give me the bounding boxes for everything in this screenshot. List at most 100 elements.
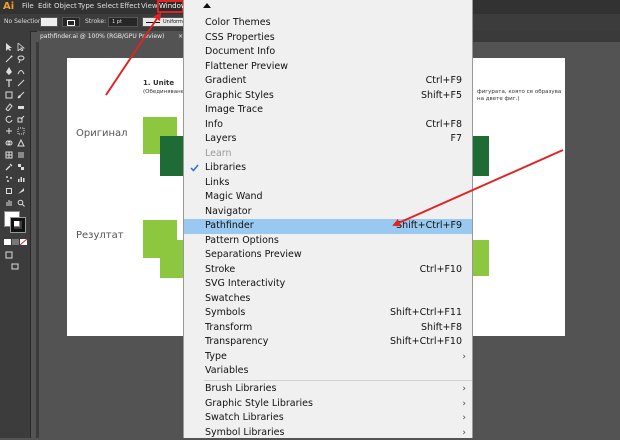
stroke-swatch-icon bbox=[67, 20, 75, 26]
zoom-tool-icon[interactable] bbox=[17, 199, 25, 207]
artboard-tool-icon[interactable] bbox=[5, 187, 13, 195]
scroll-up-icon[interactable] bbox=[203, 3, 211, 8]
gradient-mode-icon[interactable] bbox=[12, 238, 20, 246]
window-menu: Color Themes CSS Properties Document Inf… bbox=[183, 0, 473, 438]
stroke-profile-value: Uniform bbox=[163, 19, 183, 25]
submenu-arrow-icon: › bbox=[462, 411, 466, 426]
hand-tool-icon[interactable] bbox=[5, 199, 13, 207]
description-line-1: фигурата, която се образува bbox=[477, 89, 561, 95]
width-tool-icon[interactable] bbox=[5, 127, 13, 135]
eyedropper-tool-icon[interactable] bbox=[5, 163, 13, 171]
curvature-tool-icon[interactable] bbox=[17, 67, 25, 75]
scale-tool-icon[interactable] bbox=[17, 115, 25, 123]
menu-item-navigator[interactable]: Navigator bbox=[184, 205, 472, 220]
result-shape-right[interactable] bbox=[472, 240, 489, 276]
menu-item-layers[interactable]: LayersF7 bbox=[184, 132, 472, 147]
menu-item-css-properties[interactable]: CSS Properties bbox=[184, 31, 472, 46]
menu-item-type[interactable]: Type› bbox=[184, 350, 472, 365]
menu-view[interactable]: View bbox=[141, 2, 158, 10]
menu-file[interactable]: File bbox=[22, 2, 34, 10]
menu-item-pathfinder[interactable]: PathfinderShift+Ctrl+F9 bbox=[184, 219, 472, 234]
menu-item-info[interactable]: InfoCtrl+F8 bbox=[184, 118, 472, 133]
column-graph-tool-icon[interactable] bbox=[17, 175, 25, 183]
menu-object[interactable]: Object bbox=[54, 2, 77, 10]
menu-item-graphic-style-libraries[interactable]: Graphic Style Libraries› bbox=[184, 397, 472, 412]
submenu-arrow-icon: › bbox=[462, 397, 466, 412]
stroke-profile-dropdown[interactable]: Uniform bbox=[142, 17, 184, 27]
gradient-tool-icon[interactable] bbox=[17, 151, 25, 159]
type-tool-icon[interactable] bbox=[5, 79, 13, 87]
shaper-tool-icon[interactable] bbox=[5, 103, 13, 111]
menu-item-svg-interactivity[interactable]: SVG Interactivity bbox=[184, 277, 472, 292]
fill-swatch[interactable] bbox=[40, 17, 58, 27]
eraser-tool-icon[interactable] bbox=[17, 103, 25, 111]
stroke-profile-line bbox=[146, 22, 160, 23]
screen-mode-icon[interactable] bbox=[11, 263, 19, 271]
menu-item-libraries[interactable]: Libraries bbox=[184, 161, 472, 176]
result-shape-bottom[interactable] bbox=[160, 240, 184, 278]
original-square-dark-right[interactable] bbox=[472, 136, 489, 176]
menu-item-links[interactable]: Links bbox=[184, 176, 472, 191]
menu-item-swatches[interactable]: Swatches bbox=[184, 292, 472, 307]
mesh-tool-icon[interactable] bbox=[5, 151, 13, 159]
submenu-arrow-icon: › bbox=[462, 382, 466, 397]
submenu-arrow-icon: › bbox=[462, 350, 466, 365]
color-mode-icon[interactable] bbox=[4, 238, 12, 246]
menu-item-color-themes[interactable]: Color Themes bbox=[184, 16, 472, 31]
menu-item-stroke[interactable]: StrokeCtrl+F10 bbox=[184, 263, 472, 278]
perspective-grid-tool-icon[interactable] bbox=[17, 139, 25, 147]
menu-item-flattener-preview[interactable]: Flattener Preview bbox=[184, 60, 472, 75]
original-square-dark[interactable] bbox=[160, 136, 184, 176]
menu-item-document-info[interactable]: Document Info bbox=[184, 45, 472, 60]
menu-item-swatch-libraries[interactable]: Swatch Libraries› bbox=[184, 411, 472, 426]
stroke-swatch[interactable] bbox=[62, 17, 80, 27]
lasso-tool-icon[interactable] bbox=[17, 55, 25, 63]
symbol-sprayer-tool-icon[interactable] bbox=[5, 175, 13, 183]
menu-edit[interactable]: Edit bbox=[38, 2, 52, 10]
none-mode-icon[interactable] bbox=[20, 238, 28, 246]
section-heading: 1. Unite bbox=[143, 79, 174, 87]
menu-item-separations-preview[interactable]: Separations Preview bbox=[184, 248, 472, 263]
shape-builder-tool-icon[interactable] bbox=[5, 139, 13, 147]
draw-mode-icon[interactable] bbox=[5, 251, 13, 259]
menu-select[interactable]: Select bbox=[97, 2, 119, 10]
rotate-tool-icon[interactable] bbox=[5, 115, 13, 123]
menu-item-transparency[interactable]: TransparencyShift+Ctrl+F10 bbox=[184, 335, 472, 350]
menu-item-symbol-libraries[interactable]: Symbol Libraries› bbox=[184, 426, 472, 439]
direct-selection-tool-icon[interactable] bbox=[17, 43, 25, 51]
section-subheading: (Обединяване bbox=[143, 89, 184, 95]
menu-item-gradient[interactable]: GradientCtrl+F9 bbox=[184, 74, 472, 89]
stroke-color-swatch[interactable] bbox=[11, 218, 25, 232]
menu-item-magic-wand[interactable]: Magic Wand bbox=[184, 190, 472, 205]
selection-tool-icon[interactable] bbox=[5, 43, 13, 51]
menu-separator bbox=[204, 380, 472, 381]
slice-tool-icon[interactable] bbox=[17, 187, 25, 195]
menu-item-pattern-options[interactable]: Pattern Options bbox=[184, 234, 472, 249]
menu-item-image-trace[interactable]: Image Trace bbox=[184, 103, 472, 118]
document-tab-title: pathfinder.ai @ 100% (RGB/GPU Preview) bbox=[40, 33, 164, 40]
tools-panel bbox=[0, 31, 31, 438]
menu-window[interactable]: Window bbox=[157, 0, 184, 13]
menu-item-learn: Learn bbox=[184, 147, 472, 162]
menu-item-graphic-styles[interactable]: Graphic StylesShift+F5 bbox=[184, 89, 472, 104]
line-tool-icon[interactable] bbox=[17, 79, 25, 87]
menu-item-transform[interactable]: TransformShift+F8 bbox=[184, 321, 472, 336]
document-tab[interactable]: pathfinder.ai @ 100% (RGB/GPU Preview) × bbox=[37, 31, 187, 42]
free-transform-tool-icon[interactable] bbox=[17, 127, 25, 135]
menu-effect[interactable]: Effect bbox=[120, 2, 140, 10]
menu-item-variables[interactable]: Variables bbox=[184, 364, 472, 379]
checkmark-icon bbox=[190, 164, 199, 172]
stroke-weight-field[interactable]: 1 pt bbox=[108, 17, 138, 27]
stroke-label: Stroke: bbox=[85, 18, 106, 25]
app-logo: Ai bbox=[3, 1, 14, 12]
rectangle-tool-icon[interactable] bbox=[5, 91, 13, 99]
menu-item-symbols[interactable]: SymbolsShift+Ctrl+F11 bbox=[184, 306, 472, 321]
blend-tool-icon[interactable] bbox=[17, 163, 25, 171]
magic-wand-tool-icon[interactable] bbox=[5, 55, 13, 63]
selection-status: No Selection bbox=[4, 18, 42, 25]
menu-item-brush-libraries[interactable]: Brush Libraries› bbox=[184, 382, 472, 397]
label-result: Резултат bbox=[76, 230, 124, 241]
paintbrush-tool-icon[interactable] bbox=[17, 91, 25, 99]
menu-type[interactable]: Type bbox=[78, 2, 94, 10]
pen-tool-icon[interactable] bbox=[5, 67, 13, 75]
